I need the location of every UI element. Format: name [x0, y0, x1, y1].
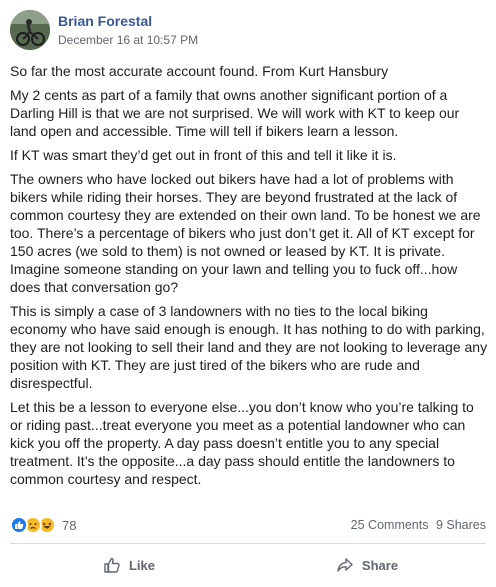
post-header: Brian Forestal December 16 at 10:57 PM — [10, 10, 198, 50]
share-label: Share — [361, 557, 399, 573]
like-button[interactable]: Like — [10, 546, 248, 584]
facebook-post: Brian Forestal December 16 at 10:57 PM S… — [0, 0, 496, 587]
post-timestamp[interactable]: December 16 at 10:57 PM — [58, 32, 198, 48]
post-body: So far the most accurate account found. … — [10, 62, 488, 494]
post-paragraph: My 2 cents as part of a family that owns… — [10, 87, 460, 139]
post-actions: Like Share — [10, 546, 486, 584]
thumbs-up-icon — [104, 557, 120, 573]
shares-count-link[interactable]: 9 Shares — [436, 518, 486, 532]
like-icon — [10, 516, 28, 534]
post-stats: 78 25 Comments 9 Shares — [10, 515, 486, 535]
like-label: Like — [128, 557, 155, 573]
author-name[interactable]: Brian Forestal — [58, 12, 198, 30]
actions-divider — [10, 543, 486, 544]
avatar[interactable] — [10, 10, 50, 50]
post-paragraph: So far the most accurate account found. … — [10, 63, 389, 79]
post-paragraph: The owners who have locked out bikers ha… — [10, 171, 481, 295]
reactions-summary[interactable]: 78 — [10, 516, 76, 534]
share-arrow-icon — [337, 558, 353, 572]
comments-count-link[interactable]: 25 Comments — [351, 518, 429, 532]
post-paragraph: Let this be a lesson to everyone else...… — [10, 399, 474, 487]
reaction-count: 78 — [62, 517, 77, 533]
post-meta: Brian Forestal December 16 at 10:57 PM — [58, 12, 198, 48]
share-button[interactable]: Share — [248, 546, 486, 584]
post-paragraph: This is simply a case of 3 landowners wi… — [10, 303, 488, 391]
post-paragraph: If KT was smart they’d get out in front … — [10, 147, 397, 163]
avatar-photo-icon — [10, 10, 50, 50]
engagement-counts: 25 Comments 9 Shares — [347, 518, 486, 532]
